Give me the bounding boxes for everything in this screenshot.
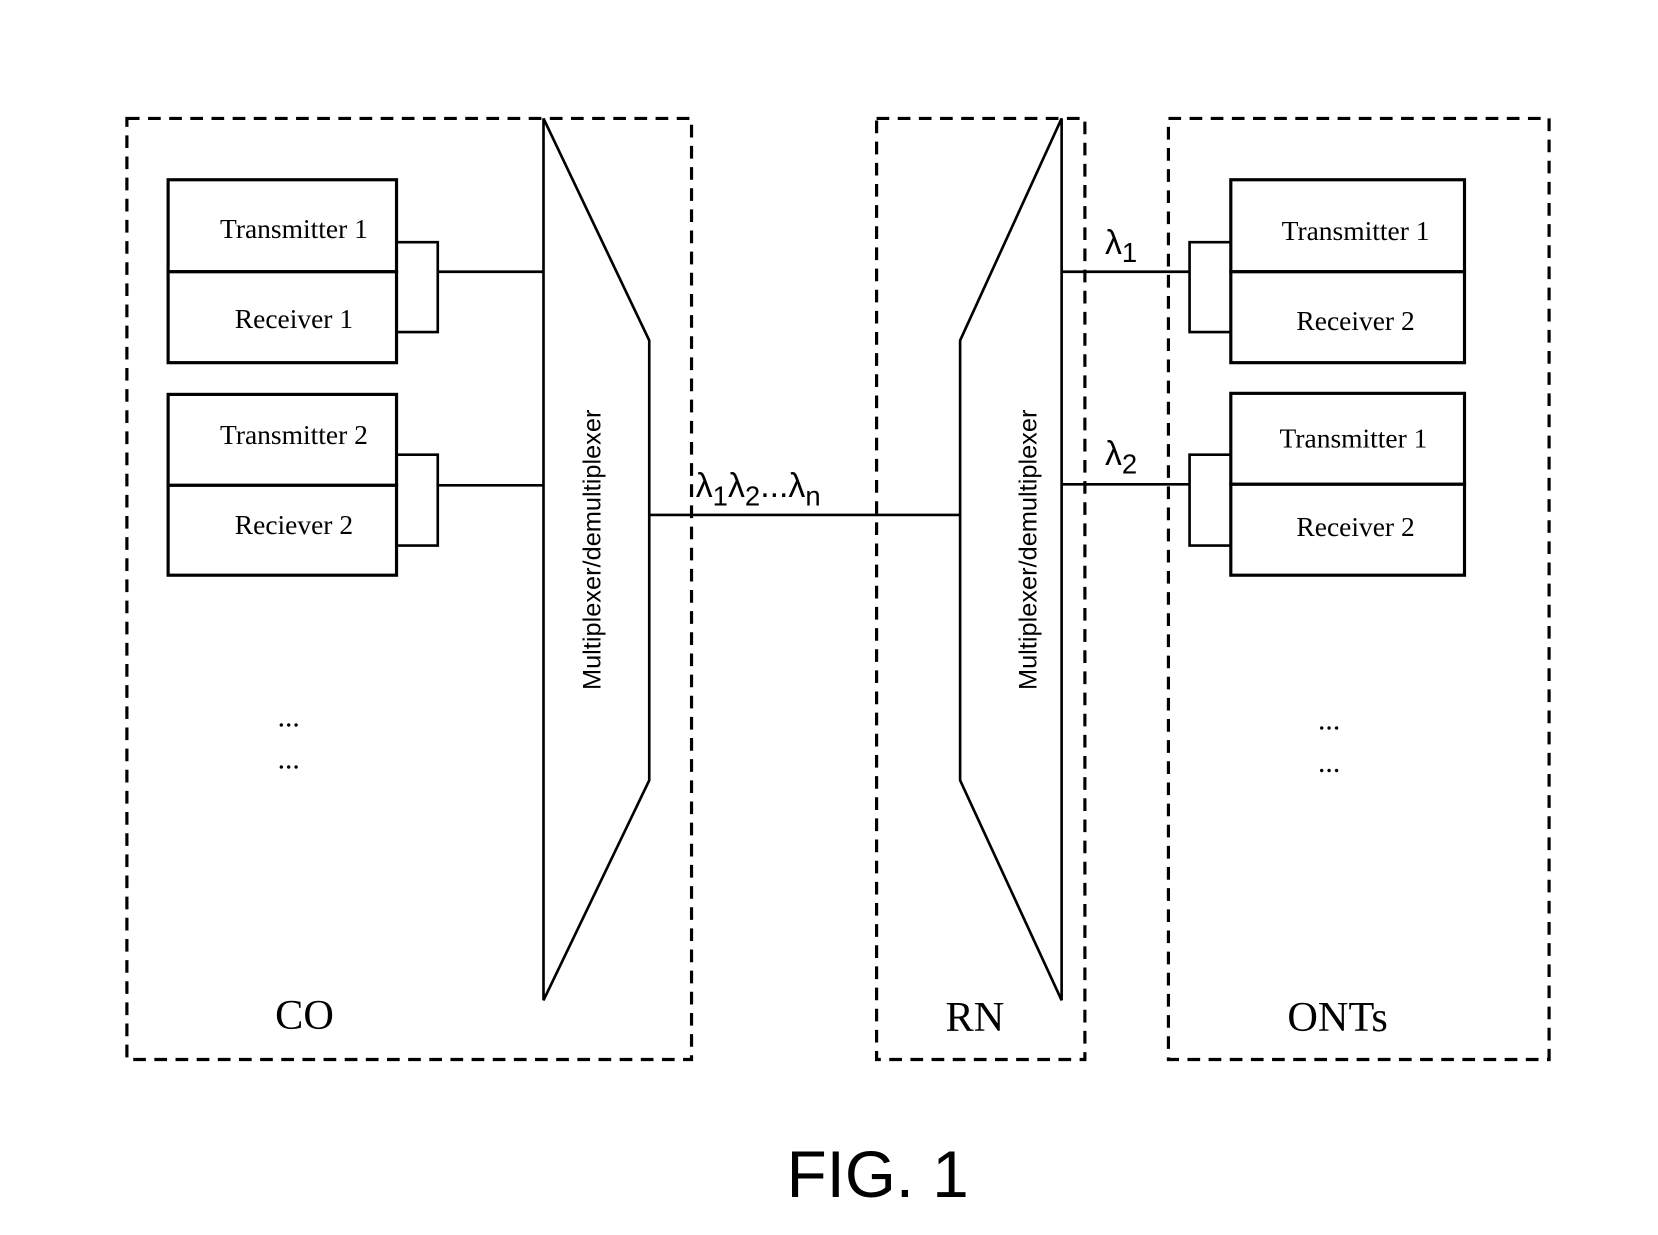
co-group: Transmitter 1 Receiver 1 Transmitter 2 R… xyxy=(125,116,694,1062)
onts-label: ONTs xyxy=(1287,994,1387,1041)
ont-1-receiver-label: Receiver 2 xyxy=(1296,306,1414,336)
co-ellipsis-1: ... xyxy=(278,701,300,733)
onts-ellipsis-2: ... xyxy=(1318,747,1340,779)
co-receiver-2-label: Reciever 2 xyxy=(235,510,353,540)
lambda-symbol: λ xyxy=(1105,224,1122,262)
rn-group: Multiplexer/demultiplexer RN λ1 λ2 xyxy=(874,116,1189,1062)
rn-output-1-wavelength: λ1 xyxy=(1105,224,1137,268)
rn-output-2-wavelength: λ2 xyxy=(1105,435,1137,479)
onts-group: Transmitter 1 Receiver 2 Transmitter 1 R… xyxy=(1166,116,1551,1062)
co-label: CO xyxy=(275,992,334,1039)
ont-2-transmitter-label: Transmitter 1 xyxy=(1280,423,1428,453)
lambda-subscript: 2 xyxy=(1122,449,1137,480)
onts-ellipsis-1: ... xyxy=(1318,705,1340,737)
lambda-n-subscript: n xyxy=(805,480,820,511)
lambda-2-symbol: λ xyxy=(728,467,745,505)
figure-caption: FIG. 1 xyxy=(787,1138,969,1211)
lambda-n-symbol: λ xyxy=(788,467,805,505)
co-transmitter-2-label: Transmitter 2 xyxy=(220,420,368,450)
rn-multiplexer-shape xyxy=(958,117,1063,1001)
co-coupler-1 xyxy=(396,240,440,334)
trunk-wavelength-label: λ1λ2...λn xyxy=(696,467,821,511)
ont-coupler-1 xyxy=(1188,240,1231,334)
rn-multiplexer-label: Multiplexer/demultiplexer xyxy=(1014,409,1042,690)
wdm-pon-diagram: Transmitter 1 Receiver 1 Transmitter 2 R… xyxy=(125,116,1551,1211)
co-multiplexer-label: Multiplexer/demultiplexer xyxy=(579,409,607,690)
co-transmitter-1-label: Transmitter 1 xyxy=(220,214,368,244)
co-transceiver-2: Transmitter 2 Reciever 2 xyxy=(166,392,544,577)
lambda-ellipsis: ... xyxy=(760,467,788,505)
ont-2-receiver-label: Receiver 2 xyxy=(1296,512,1414,542)
ont-transceiver-1: Transmitter 1 Receiver 2 xyxy=(1188,178,1467,365)
ont-transceiver-2: Transmitter 1 Receiver 2 xyxy=(1188,391,1467,577)
co-receiver-1-label: Receiver 1 xyxy=(235,304,353,334)
co-ellipsis-2: ... xyxy=(278,744,300,776)
lambda-1-symbol: λ xyxy=(696,467,713,505)
lambda-2-subscript: 2 xyxy=(745,480,760,511)
lambda-1-subscript: 1 xyxy=(713,480,728,511)
lambda-symbol: λ xyxy=(1105,435,1122,473)
trunk-link: λ1λ2...λn xyxy=(649,467,961,517)
ont-coupler-2 xyxy=(1188,453,1231,547)
co-coupler-2 xyxy=(396,453,440,547)
ont-1-transmitter-label: Transmitter 1 xyxy=(1282,216,1430,246)
co-transceiver-1: Transmitter 1 Receiver 1 xyxy=(166,178,544,365)
lambda-subscript: 1 xyxy=(1122,237,1137,268)
rn-label: RN xyxy=(946,994,1005,1041)
